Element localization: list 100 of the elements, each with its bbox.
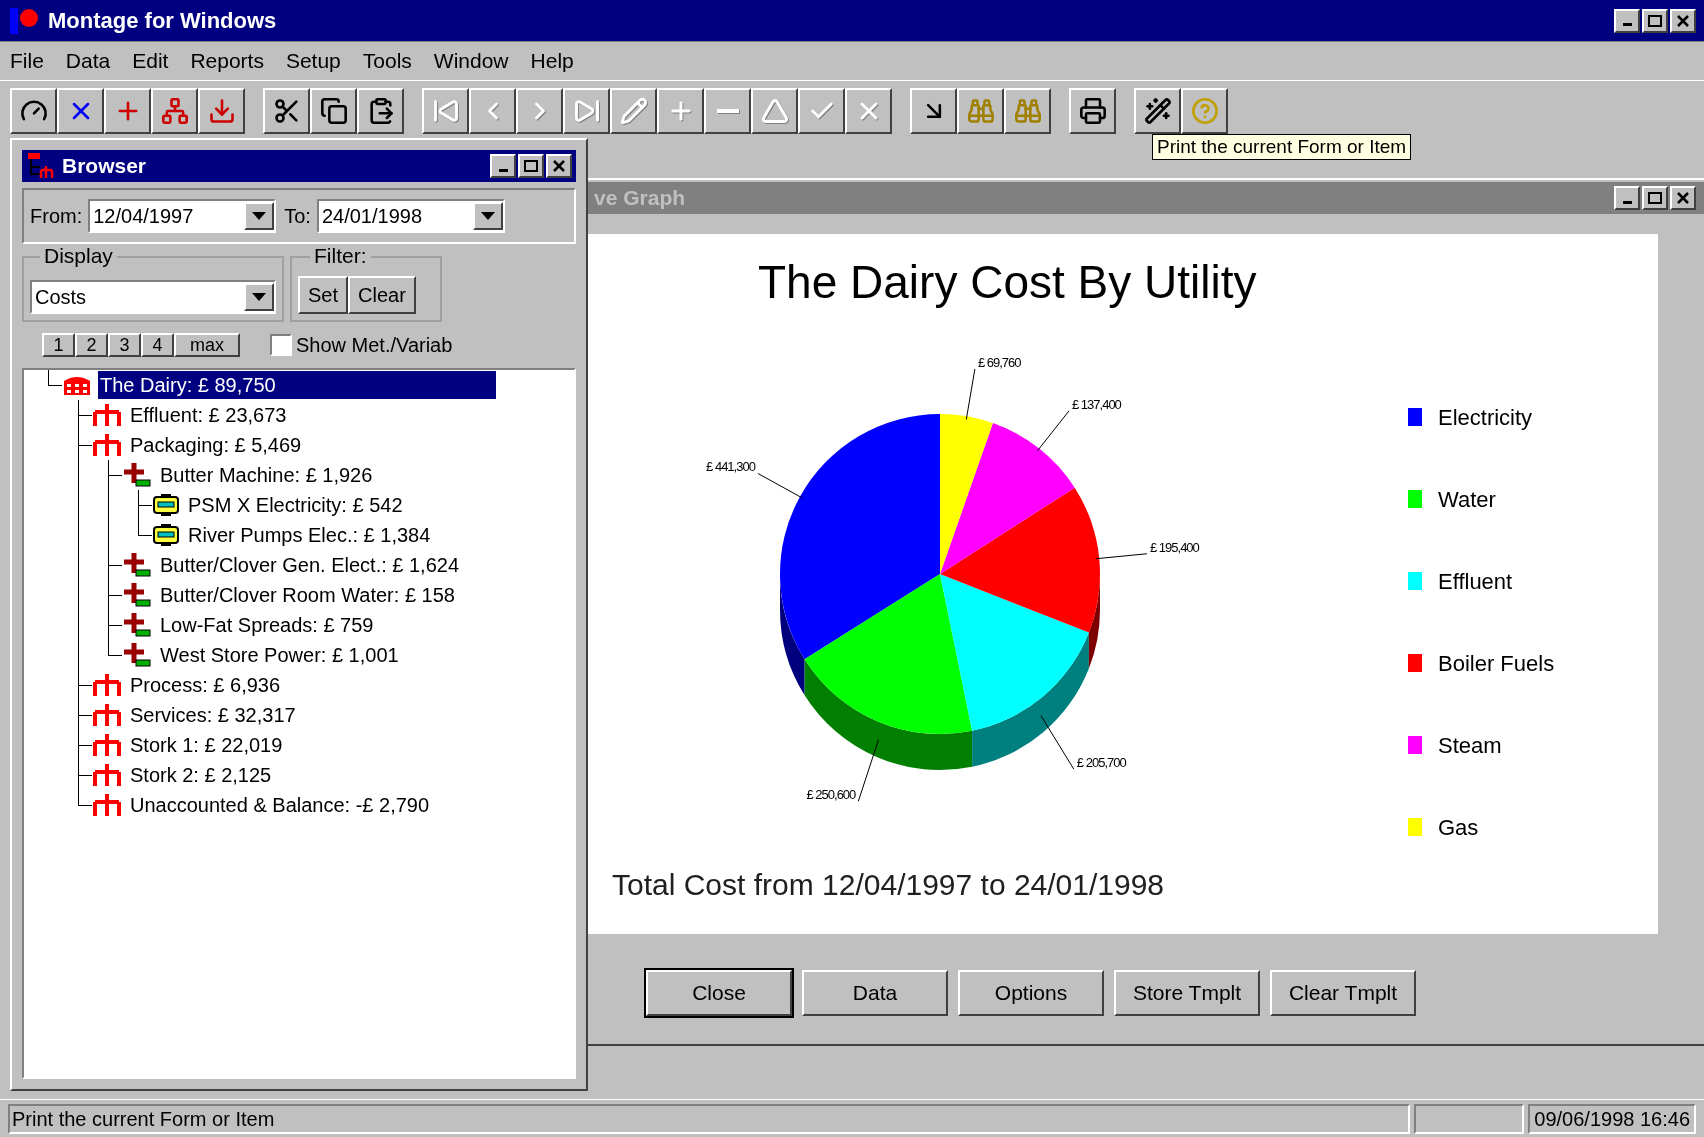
leader-line (1036, 410, 1070, 452)
tree-item[interactable]: Effluent: £ 23,673 (128, 401, 289, 429)
dialog-button[interactable]: Options (958, 970, 1104, 1016)
maximize-icon (1648, 192, 1662, 204)
toolbar-button[interactable] (1181, 87, 1228, 134)
minus-icon (716, 108, 739, 113)
legend-swatch (1408, 490, 1422, 508)
print-icon (1078, 96, 1107, 125)
to-label: To: (284, 204, 311, 229)
menu-item[interactable]: File (10, 45, 44, 77)
display-dropdown[interactable]: Costs (30, 280, 276, 314)
menu-item[interactable]: Data (65, 45, 111, 77)
leader-line (857, 739, 879, 802)
close-button[interactable] (1670, 186, 1696, 210)
level-button[interactable]: 3 (108, 333, 141, 357)
tree-item[interactable]: Butter Machine: £ 1,926 (158, 461, 375, 489)
tree-item[interactable]: River Pumps Elec.: £ 1,384 (186, 521, 433, 549)
level-button[interactable]: 1 (42, 333, 75, 357)
copy-icon (319, 96, 348, 125)
toolbar-button[interactable] (1134, 87, 1181, 134)
dialog-button[interactable]: Close (646, 970, 792, 1016)
close-icon (553, 160, 565, 172)
close-button[interactable] (546, 154, 572, 178)
menu-item[interactable]: Window (433, 45, 509, 77)
checkbox[interactable] (270, 334, 292, 356)
tree-item[interactable]: The Dairy: £ 89,750 (98, 371, 496, 399)
filter-button[interactable]: Clear (348, 276, 416, 314)
dropdown-arrow-icon (480, 212, 495, 220)
level-button[interactable]: max (174, 333, 240, 357)
leader-line (1095, 553, 1148, 560)
cross-icon (122, 463, 152, 487)
toolbar-button[interactable] (910, 87, 957, 134)
legend-swatch (1408, 572, 1422, 590)
dialog-button[interactable]: Store Tmplt (1114, 970, 1260, 1016)
minimize-icon (498, 168, 508, 172)
dropdown-arrow-icon (252, 212, 267, 220)
filter-button[interactable]: Set (298, 276, 349, 314)
checkbox-label: Show Met./Variab (296, 333, 453, 358)
toolbar-button[interactable] (151, 87, 198, 134)
toolbar-button[interactable] (1004, 87, 1051, 134)
maximize-button[interactable] (1642, 8, 1668, 33)
leader-line (965, 368, 976, 420)
hierarchy-icon (92, 704, 122, 726)
dialog-button[interactable]: Data (802, 970, 948, 1016)
tree-item[interactable]: Packaging: £ 5,469 (128, 431, 304, 459)
legend-label: Effluent (1438, 567, 1513, 596)
status-datetime: 09/06/1998 16:46 (1528, 1103, 1696, 1134)
toolbar-button[interactable] (198, 87, 245, 134)
tree-item[interactable]: Butter/Clover Room Water: £ 158 (158, 581, 457, 609)
menu-item[interactable]: Reports (190, 45, 264, 77)
close-button[interactable] (1670, 8, 1696, 33)
tree-item[interactable]: West Store Power: £ 1,001 (158, 641, 401, 669)
from-label: From: (30, 204, 83, 229)
toolbar-button[interactable] (263, 87, 310, 134)
maximize-button[interactable] (1642, 186, 1668, 210)
menu-item[interactable]: Tools (362, 45, 412, 77)
menu-item[interactable]: Setup (285, 45, 341, 77)
tooltip: Print the current Form or Item (1152, 134, 1412, 160)
toolbar-button[interactable] (104, 87, 151, 134)
hierarchy-icon (26, 152, 56, 180)
tree-item[interactable]: Unaccounted & Balance: -£ 2,790 (128, 791, 432, 819)
cross-icon (122, 613, 152, 637)
cross-icon (122, 643, 152, 667)
cross-icon (122, 553, 152, 577)
tree-item[interactable]: Butter/Clover Gen. Elect.: £ 1,624 (158, 551, 462, 579)
close-icon (1677, 14, 1689, 27)
maximize-button[interactable] (518, 154, 544, 178)
legend-label: Water (1438, 485, 1496, 514)
menu-item[interactable]: Help (530, 45, 574, 77)
toolbar-button[interactable] (357, 87, 404, 134)
to-date-field[interactable]: 24/01/1998 (316, 199, 505, 233)
toolbar-button[interactable] (957, 87, 1004, 134)
tree-item[interactable]: Process: £ 6,936 (128, 671, 283, 699)
tree-item[interactable]: Stork 2: £ 2,125 (128, 761, 274, 789)
value-label: £ 195,400 (1150, 539, 1199, 555)
minimize-icon (1622, 200, 1632, 204)
menu-item[interactable]: Edit (132, 45, 169, 77)
toolbar-button[interactable] (310, 87, 357, 134)
tree-item[interactable]: Services: £ 32,317 (128, 701, 298, 729)
dialog-button[interactable]: Clear Tmplt (1270, 970, 1416, 1016)
tree-item[interactable]: PSM X Electricity: £ 542 (186, 491, 405, 519)
legend-label: Steam (1438, 731, 1502, 760)
window-title: ve Graph (594, 185, 686, 212)
tree-item[interactable]: Low-Fat Spreads: £ 759 (158, 611, 376, 639)
level-button[interactable]: 2 (75, 333, 108, 357)
minimize-icon (1622, 23, 1632, 26)
minimize-button[interactable] (490, 154, 516, 178)
toolbar-button[interactable] (10, 87, 57, 134)
legend-swatch (1408, 736, 1422, 754)
level-button[interactable]: 4 (141, 333, 174, 357)
from-date-field[interactable]: 12/04/1997 (88, 199, 277, 233)
minimize-button[interactable] (1614, 8, 1640, 33)
help-icon (1190, 96, 1219, 125)
toolbar-button[interactable] (1069, 87, 1116, 134)
dropdown-arrow-icon (252, 293, 266, 301)
tree-item[interactable]: Stork 1: £ 22,019 (128, 731, 285, 759)
minimize-button[interactable] (1614, 186, 1640, 210)
status-message: Print the current Form or Item (8, 1103, 1411, 1134)
toolbar-button[interactable] (57, 87, 104, 134)
binoculars-icon (966, 96, 995, 125)
